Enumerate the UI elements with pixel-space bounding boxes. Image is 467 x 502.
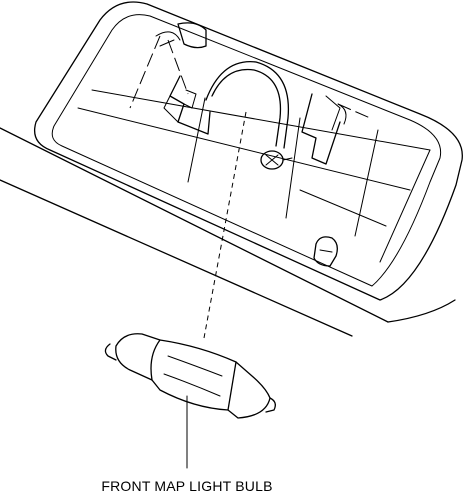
housing-knob [313,236,338,267]
contact-wire [205,61,290,149]
installation-guide-line [203,111,247,339]
callout-label-front-map-light-bulb: FRONT MAP LIGHT BULB [101,478,273,494]
lamp-housing [33,1,463,301]
festoon-bulb [104,333,276,419]
headliner-panel [0,127,456,337]
front-map-light-diagram [0,1,463,469]
right-bulb-holder [301,93,347,165]
